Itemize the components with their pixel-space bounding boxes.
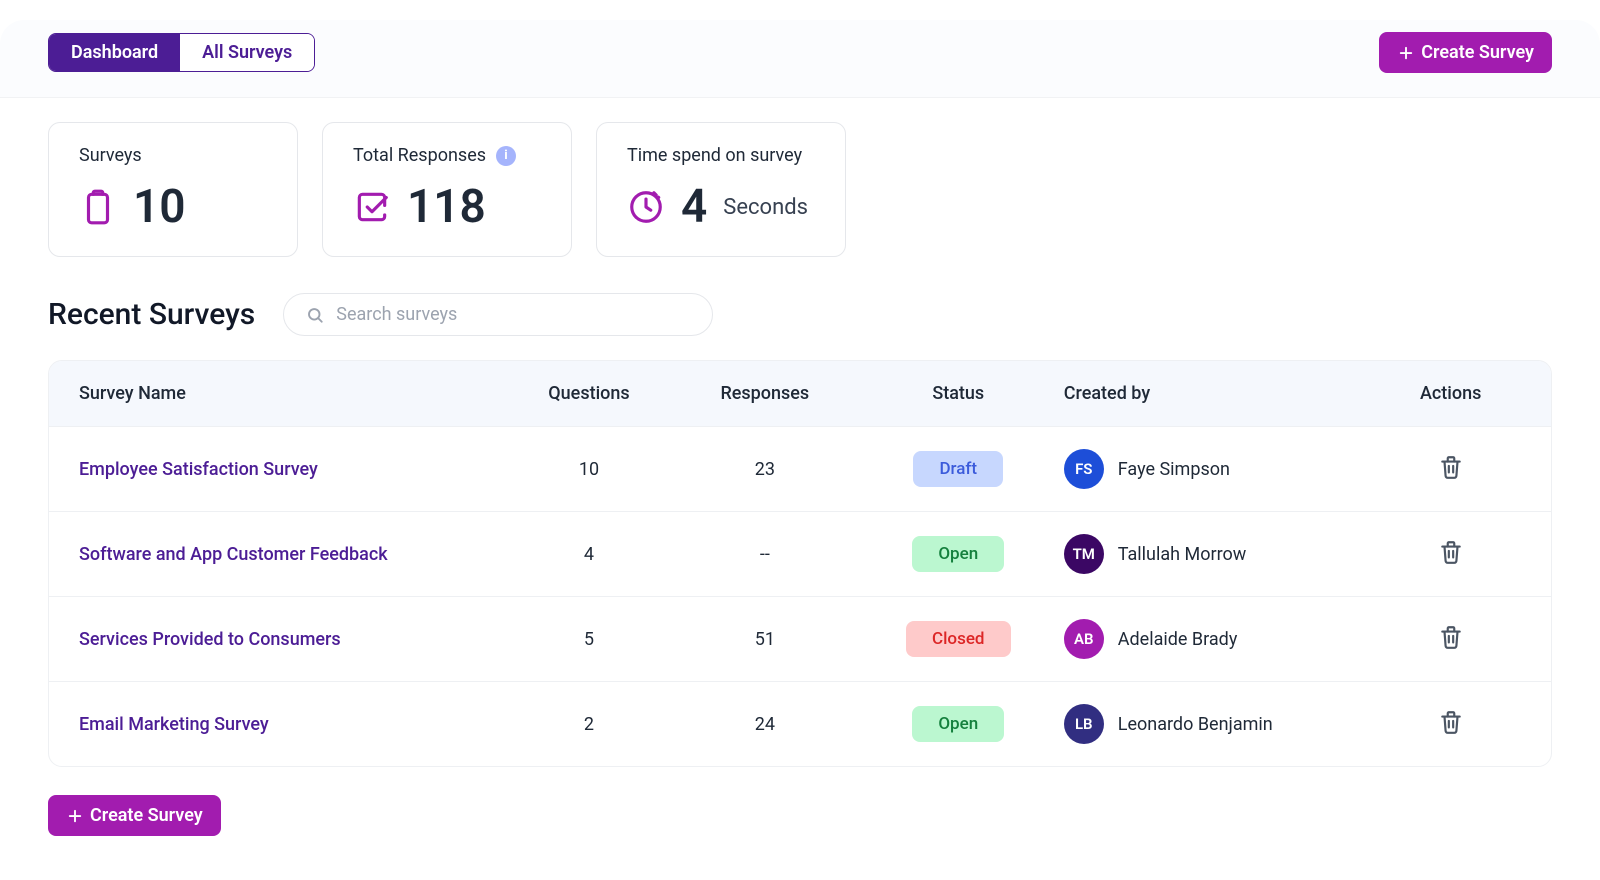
avatar: LB — [1064, 704, 1104, 744]
info-icon[interactable]: i — [496, 146, 516, 166]
table-row: Software and App Customer Feedback4-- Ope… — [49, 511, 1551, 596]
col-name: Survey Name — [79, 383, 501, 404]
creator-name: Adelaide Brady — [1118, 629, 1238, 650]
card-time-unit: Seconds — [723, 195, 808, 220]
card-responses: Total Responses i 118 — [322, 122, 572, 257]
cell-creator: TM Tallulah Morrow — [1064, 534, 1381, 574]
card-time-value: 4 — [681, 180, 707, 234]
card-surveys-value: 10 — [133, 180, 186, 234]
creator-name: Leonardo Benjamin — [1118, 714, 1273, 735]
col-created-by: Created by — [1064, 383, 1381, 404]
survey-name-link[interactable]: Services Provided to Consumers — [79, 629, 501, 650]
table-row: Services Provided to Consumers551 Closed A… — [49, 596, 1551, 681]
creator-name: Faye Simpson — [1118, 459, 1230, 480]
col-responses: Responses — [677, 383, 853, 404]
col-actions: Actions — [1380, 383, 1521, 404]
trash-icon — [1438, 554, 1464, 569]
delete-button[interactable] — [1434, 535, 1468, 573]
delete-button[interactable] — [1434, 450, 1468, 488]
survey-name-link[interactable]: Employee Satisfaction Survey — [79, 459, 501, 480]
cell-creator: LB Leonardo Benjamin — [1064, 704, 1381, 744]
create-survey-button-footer[interactable]: Create Survey — [48, 795, 221, 836]
trash-icon — [1438, 724, 1464, 739]
table-header: Survey Name Questions Responses Status C… — [49, 361, 1551, 426]
trash-icon — [1438, 469, 1464, 484]
search-field[interactable] — [283, 293, 713, 336]
avatar: TM — [1064, 534, 1104, 574]
delete-button[interactable] — [1434, 620, 1468, 658]
col-questions: Questions — [501, 383, 677, 404]
avatar: FS — [1064, 449, 1104, 489]
card-surveys-label: Surveys — [79, 145, 267, 166]
cell-questions: 10 — [501, 459, 677, 480]
cell-responses: 51 — [677, 629, 853, 650]
cell-responses: -- — [677, 544, 853, 565]
table-row: Employee Satisfaction Survey1023DraftFSF… — [49, 426, 1551, 511]
card-surveys: Surveys 10 — [48, 122, 298, 257]
cell-questions: 4 — [501, 544, 677, 565]
create-survey-button[interactable]: Create Survey — [1379, 32, 1552, 73]
card-responses-label: Total Responses — [353, 145, 486, 166]
topbar: Dashboard All Surveys Create Survey — [0, 20, 1600, 98]
search-input[interactable] — [336, 304, 690, 325]
cell-creator: FS Faye Simpson — [1064, 449, 1381, 489]
col-status: Status — [853, 383, 1064, 404]
search-icon — [306, 306, 324, 324]
plus-icon — [1397, 44, 1415, 62]
create-survey-label: Create Survey — [90, 805, 203, 826]
tab-all-surveys[interactable]: All Surveys — [180, 34, 314, 71]
card-responses-value: 118 — [407, 180, 486, 234]
create-survey-label: Create Survey — [1421, 42, 1534, 63]
clock-icon — [627, 188, 665, 226]
section-title: Recent Surveys — [48, 297, 255, 332]
survey-name-link[interactable]: Email Marketing Survey — [79, 714, 501, 735]
status-badge: Closed — [906, 621, 1011, 657]
status-badge: Draft — [913, 451, 1003, 487]
status-badge: Open — [912, 536, 1004, 572]
trash-icon — [1438, 639, 1464, 654]
cell-questions: 5 — [501, 629, 677, 650]
checkbox-icon — [353, 188, 391, 226]
cell-questions: 2 — [501, 714, 677, 735]
clipboard-icon — [79, 188, 117, 226]
status-badge: Open — [912, 706, 1004, 742]
surveys-table: Survey Name Questions Responses Status C… — [48, 360, 1552, 767]
cell-responses: 24 — [677, 714, 853, 735]
cell-responses: 23 — [677, 459, 853, 480]
creator-name: Tallulah Morrow — [1118, 544, 1247, 565]
avatar: AB — [1064, 619, 1104, 659]
plus-icon — [66, 807, 84, 825]
tab-group: Dashboard All Surveys — [48, 33, 315, 72]
table-row: Email Marketing Survey224 Open LB Leonardo … — [49, 681, 1551, 766]
card-time: Time spend on survey 4 Seconds — [596, 122, 846, 257]
card-time-label: Time spend on survey — [627, 145, 815, 166]
summary-row: Surveys 10 Total Responses i 118 Time sp… — [48, 122, 1552, 257]
delete-button[interactable] — [1434, 705, 1468, 743]
cell-creator: AB Adelaide Brady — [1064, 619, 1381, 659]
tab-dashboard[interactable]: Dashboard — [49, 34, 180, 71]
survey-name-link[interactable]: Software and App Customer Feedback — [79, 544, 501, 565]
